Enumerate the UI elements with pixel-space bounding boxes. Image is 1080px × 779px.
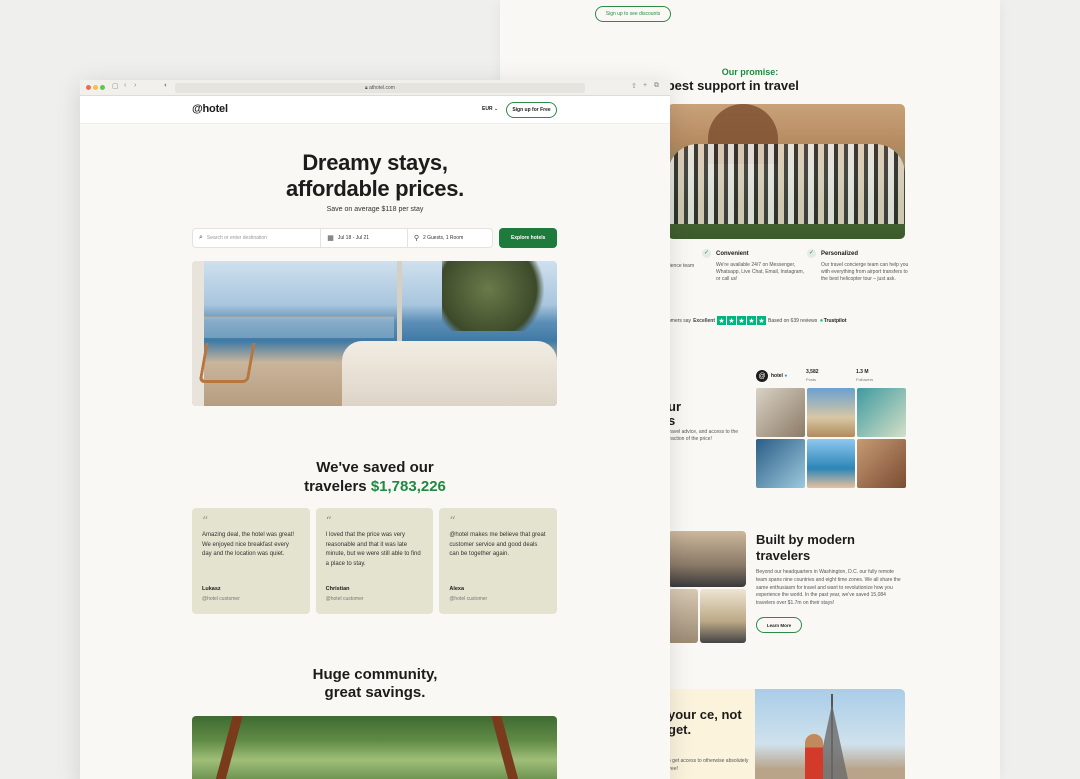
forward-icon[interactable]: › xyxy=(134,82,136,89)
instagram-copy-title: ur xyxy=(668,399,681,414)
instagram-photo[interactable] xyxy=(756,388,805,437)
star-rating: ★ ★ ★ ★ ★ xyxy=(717,316,767,325)
feature-fragment: rience team xyxy=(668,263,695,269)
testimonial-card: “ I loved that the price was very reason… xyxy=(315,508,434,614)
trust-rating: Excellent xyxy=(693,317,716,324)
trust-prefix: omers say xyxy=(668,317,692,324)
feature-text: Our travel concierge team can help you w… xyxy=(821,261,909,283)
built-copy: Beyond our headquarters in Washington, D… xyxy=(756,569,901,606)
team-photo xyxy=(668,104,905,239)
maximize-window-button[interactable] xyxy=(100,85,105,90)
trustpilot-logo: ★Trustpilot xyxy=(819,317,847,324)
promise-kicker: Our promise: xyxy=(721,67,779,77)
site-navbar: @hotel EUR ⌄ Sign up for Free xyxy=(80,96,670,124)
paris-card-text: o get access to otherwise absolutely fre… xyxy=(668,758,749,772)
team-photos xyxy=(668,531,746,643)
close-window-button[interactable] xyxy=(86,85,91,90)
community-heading: Huge community, great savings. xyxy=(312,666,438,702)
hero-title: Dreamy stays, affordable prices. xyxy=(286,150,464,201)
instagram-copy-text: travel advice, and access to the fractio… xyxy=(668,428,739,443)
testimonial-role: @hotel customer xyxy=(449,596,488,602)
check-icon: ✓ xyxy=(702,249,711,258)
search-bar: ⌕ Search or enter destination ▦ Jul 18 -… xyxy=(192,228,557,248)
signup-discounts-button[interactable]: Sign up to see discounts xyxy=(595,6,671,22)
testimonial-text: I loved that the price was very reasonab… xyxy=(325,532,421,567)
guests-selector[interactable]: ⚲ 2 Guests, 1 Room xyxy=(407,228,494,248)
trustpilot-bar: omers say Excellent ★ ★ ★ ★ ★ Based on 6… xyxy=(668,316,847,325)
share-icon[interactable]: ⇧ xyxy=(631,82,637,90)
feature-personalized: ✓ Personalized Our travel concierge team… xyxy=(807,249,911,283)
signup-button[interactable]: Sign up for Free xyxy=(506,102,557,118)
feature-convenient: ✓ Convenient We're available 24/7 on Mes… xyxy=(702,249,806,283)
followers-stat: 1.3 M Followers xyxy=(856,369,874,382)
quote-icon: “ xyxy=(325,514,332,528)
sidebar-icon[interactable]: ▢ xyxy=(112,82,119,90)
instagram-photo[interactable] xyxy=(857,388,906,437)
star-icon: ★ xyxy=(737,316,747,325)
paris-card-title: your ce, not get. xyxy=(668,707,742,737)
feature-title: Personalized xyxy=(821,251,859,257)
quote-icon: “ xyxy=(449,514,456,528)
instagram-photo[interactable] xyxy=(756,439,805,488)
search-icon: ⌕ xyxy=(199,234,203,241)
date-value: Jul 18 - Jul 21 xyxy=(337,235,370,241)
star-icon: ★ xyxy=(747,316,757,325)
testimonial-name: Christian xyxy=(325,586,350,592)
destination-placeholder: Search or enter destination xyxy=(206,235,267,241)
instagram-photo[interactable] xyxy=(806,388,856,437)
community-image xyxy=(192,716,557,779)
hero-subtitle: Save on average $118 per stay xyxy=(326,206,424,213)
trust-reviews: Based on 639 reviews xyxy=(768,317,818,324)
star-icon: ★ xyxy=(757,316,767,325)
instagram-photo[interactable] xyxy=(806,439,856,488)
back-icon[interactable]: ‹ xyxy=(124,82,126,89)
currency-selector[interactable]: EUR ⌄ xyxy=(482,106,498,112)
testimonial-text: @hotel makes me believe that great custo… xyxy=(449,532,546,558)
star-icon: ★ xyxy=(717,316,727,325)
person-icon: ⚲ xyxy=(413,235,419,242)
posts-stat: 3,582 Posts xyxy=(806,369,819,382)
instagram-copy-title: s xyxy=(668,413,676,429)
explore-hotels-button[interactable]: Explore hotels xyxy=(499,228,557,248)
url-bar[interactable]: 🔒︎ athotel.com xyxy=(175,83,585,93)
built-title: Built by modern travelers xyxy=(756,532,855,563)
minimize-window-button[interactable] xyxy=(93,85,98,90)
testimonials: “ Amazing deal, the hotel was great! We … xyxy=(192,508,558,614)
star-icon: ★ xyxy=(727,316,737,325)
testimonial-name: Lukasz xyxy=(202,586,221,592)
instagram-grid xyxy=(756,388,906,488)
destination-input[interactable]: ⌕ Search or enter destination xyxy=(192,228,322,248)
lock-icon: 🔒︎ xyxy=(365,85,368,91)
calendar-icon: ▦ xyxy=(327,235,334,242)
hero-image xyxy=(192,261,557,406)
learn-more-button[interactable]: Learn More xyxy=(756,617,802,633)
date-picker[interactable]: ▦ Jul 18 - Jul 21 xyxy=(321,228,408,248)
chevron-down-icon: ⌄ xyxy=(493,106,499,112)
privacy-icon: ◐ xyxy=(164,82,169,89)
testimonial-role: @hotel customer xyxy=(202,596,240,602)
promise-title: The best support in travel xyxy=(640,78,799,93)
testimonial-name: Alexa xyxy=(449,586,465,592)
new-tab-icon[interactable]: + xyxy=(643,82,647,89)
quote-icon: “ xyxy=(202,514,209,528)
savings-amount: $1,783,226 xyxy=(370,477,446,495)
browser-chrome: ▢ ‹ › ◐ 🔒︎ athotel.com ⇧ + ⧉ xyxy=(80,80,670,96)
feature-text: We're available 24/7 on Messenger, Whats… xyxy=(716,261,805,283)
instagram-handle[interactable]: hotel ● xyxy=(771,373,787,379)
tabs-icon[interactable]: ⧉ xyxy=(654,82,659,90)
instagram-photo[interactable] xyxy=(857,439,906,488)
testimonial-role: @hotel customer xyxy=(325,596,364,602)
check-icon: ✓ xyxy=(807,249,816,258)
savings-heading: We've saved our travelers $1,783,226 xyxy=(304,459,446,495)
guests-value: 2 Guests, 1 Room xyxy=(422,235,464,241)
testimonial-card: “ Amazing deal, the hotel was great! We … xyxy=(192,508,310,614)
site-logo[interactable]: @hotel xyxy=(192,103,228,115)
feature-title: Convenient xyxy=(716,251,749,257)
testimonial-card: “ @hotel makes me believe that great cus… xyxy=(439,508,558,614)
browser-window: ▢ ‹ › ◐ 🔒︎ athotel.com ⇧ + ⧉ @hotel EUR … xyxy=(80,80,670,779)
testimonial-text: Amazing deal, the hotel was great! We en… xyxy=(202,532,295,558)
instagram-copy: ur s travel advice, and access to the fr… xyxy=(668,399,748,444)
avatar[interactable]: @ xyxy=(756,370,768,382)
